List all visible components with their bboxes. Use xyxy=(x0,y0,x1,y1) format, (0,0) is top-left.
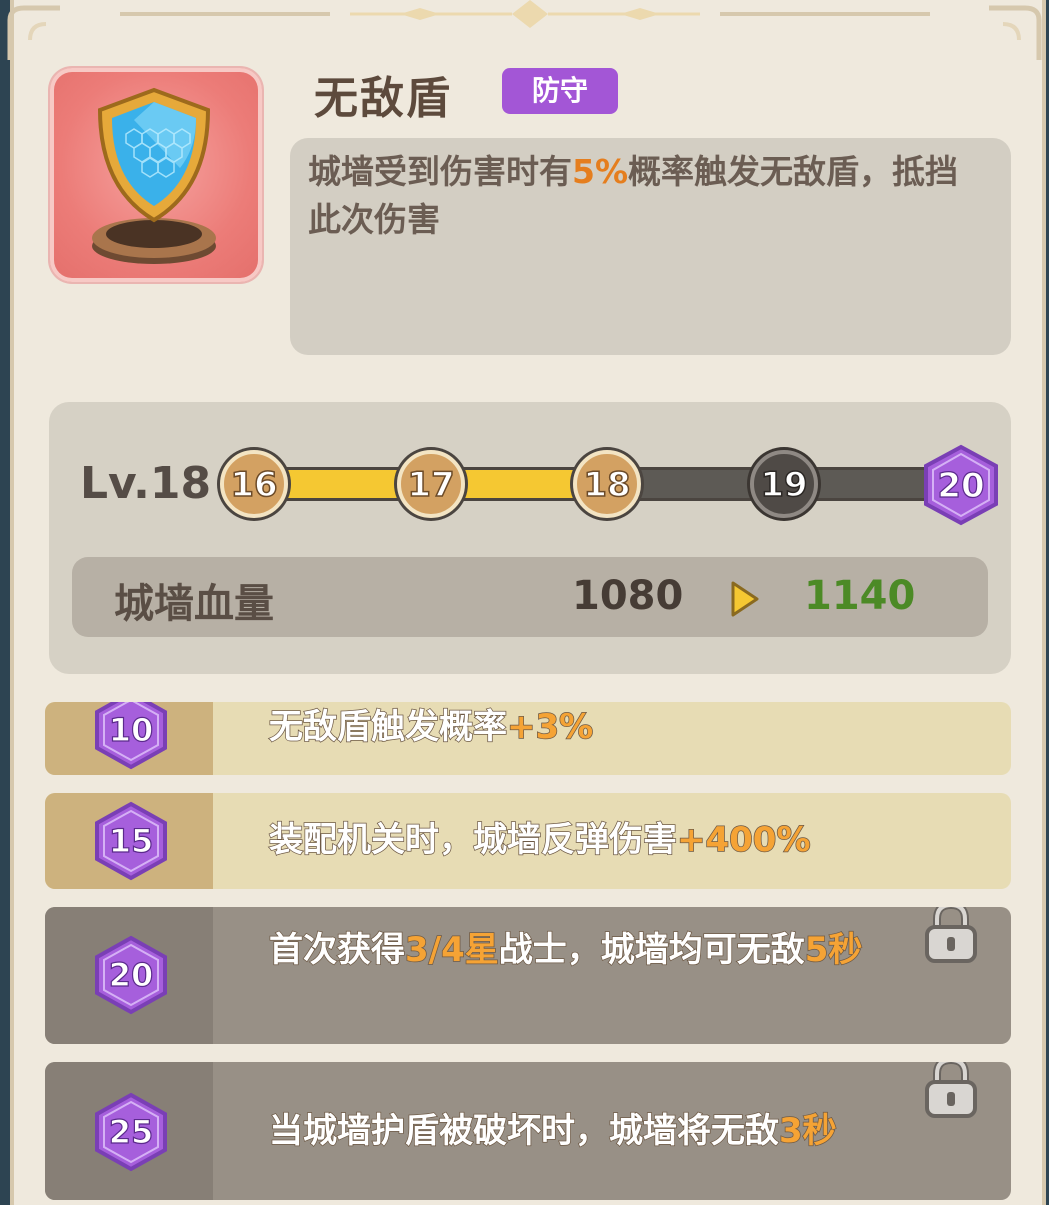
upgrade-text-post: 战士，城墙均可无敌 xyxy=(498,929,806,971)
level-node-16: 16 xyxy=(220,450,288,518)
upgrade-text-highlight: +400% xyxy=(676,819,811,861)
upgrade-text: 首次获得3/4星战士，城墙均可无敌5秒 xyxy=(268,925,909,975)
upgrade-text-highlight: 3秒 xyxy=(778,1110,837,1152)
upgrade-row: 10 无敌盾触发概率+3% xyxy=(45,702,1011,775)
desc-text: 城墙受到伤害时有 xyxy=(308,152,572,191)
upgrade-level-label: 15 xyxy=(109,822,154,860)
skill-description: 城墙受到伤害时有5%概率触发无敌盾，抵挡此次伤害 xyxy=(308,148,971,244)
level-node-20-label: 20 xyxy=(937,466,984,506)
upgrade-text-highlight: +3% xyxy=(506,706,594,748)
stat-row: 城墙血量 1080 1140 xyxy=(72,557,988,637)
level-label: Lv.18 xyxy=(80,458,212,509)
desc-highlight: 5% xyxy=(572,152,629,191)
skill-type-badge: 防守 xyxy=(502,68,618,114)
stat-name: 城墙血量 xyxy=(114,581,274,627)
stat-current-value: 1080 xyxy=(572,573,684,619)
skill-icon-frame xyxy=(50,68,262,282)
upgrade-row: 25 当城墙护盾被破坏时，城墙将无敌3秒 xyxy=(45,1062,1011,1200)
level-node-19: 19 xyxy=(750,450,818,518)
upgrade-row: 15 装配机关时，城墙反弹伤害+400% xyxy=(45,793,1011,889)
skill-name: 无敌盾 xyxy=(314,73,452,124)
lock-icon xyxy=(925,1062,977,1118)
level-node-20: 20 xyxy=(924,444,998,526)
upgrade-text-pre: 当城墙护盾被破坏时，城墙将无敌 xyxy=(268,1110,780,1152)
upgrade-level-badge: 10 xyxy=(95,702,167,770)
play-arrow-icon xyxy=(731,581,759,617)
upgrade-level-label: 20 xyxy=(109,956,154,994)
level-node-18: 18 xyxy=(573,450,641,518)
skill-description-box: 城墙受到伤害时有5%概率触发无敌盾，抵挡此次伤害 xyxy=(290,138,1011,355)
stat-next-value: 1140 xyxy=(804,573,916,619)
upgrade-text: 装配机关时，城墙反弹伤害+400% xyxy=(268,815,811,865)
level-node-17: 17 xyxy=(397,450,465,518)
upgrade-text-highlight: 3/4星 xyxy=(404,929,499,971)
upgrade-text: 当城墙护盾被破坏时，城墙将无敌3秒 xyxy=(268,1106,837,1156)
upgrade-text: 无敌盾触发概率+3% xyxy=(268,702,594,752)
upgrade-text-highlight-2: 5秒 xyxy=(804,929,863,971)
top-ornament xyxy=(7,0,1042,60)
upgrade-level-badge: 20 xyxy=(95,935,167,1015)
lock-icon xyxy=(925,907,977,963)
upgrade-text-pre: 无敌盾触发概率 xyxy=(268,706,508,748)
upgrade-text-pre: 装配机关时，城墙反弹伤害 xyxy=(268,819,678,861)
upgrade-text-pre: 首次获得 xyxy=(268,929,406,971)
upgrade-level-label: 25 xyxy=(109,1113,154,1151)
upgrade-level-label: 10 xyxy=(109,711,154,749)
shield-icon xyxy=(92,87,216,264)
upgrade-level-badge: 15 xyxy=(95,801,167,881)
upgrade-row: 20 首次获得3/4星战士，城墙均可无敌5秒 xyxy=(45,907,1011,1044)
upgrade-level-badge: 25 xyxy=(95,1092,167,1172)
